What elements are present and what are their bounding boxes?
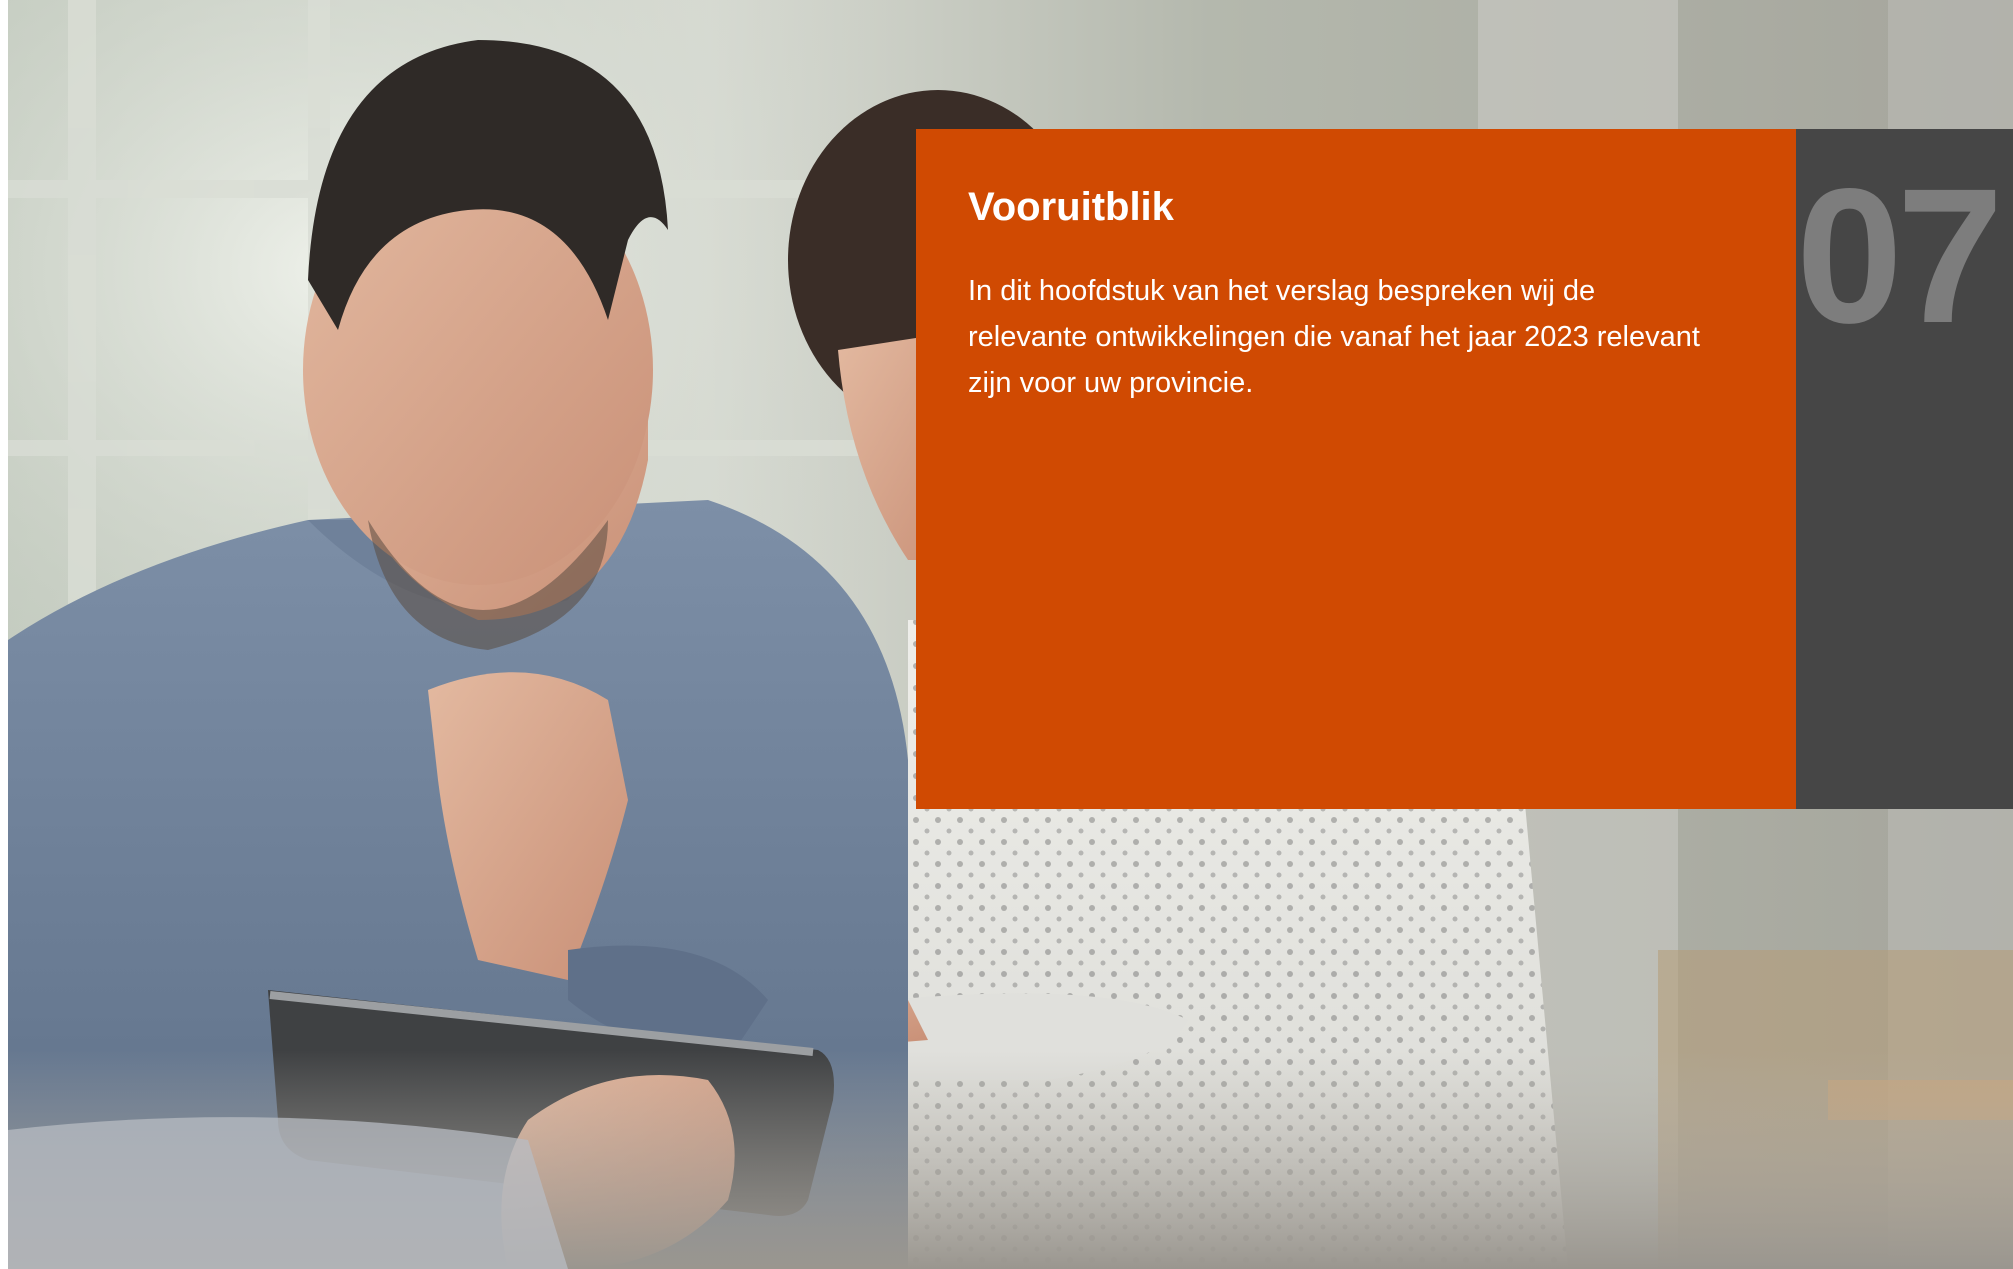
page-margin <box>0 0 8 1269</box>
report-page: 07 Vooruitblik In dit hoofdstuk van het … <box>0 0 2013 1269</box>
chapter-intro: In dit hoofdstuk van het verslag besprek… <box>968 275 1700 399</box>
chapter-number: 07 <box>1796 148 2004 363</box>
chapter-title: Vooruitblik <box>968 185 1174 229</box>
